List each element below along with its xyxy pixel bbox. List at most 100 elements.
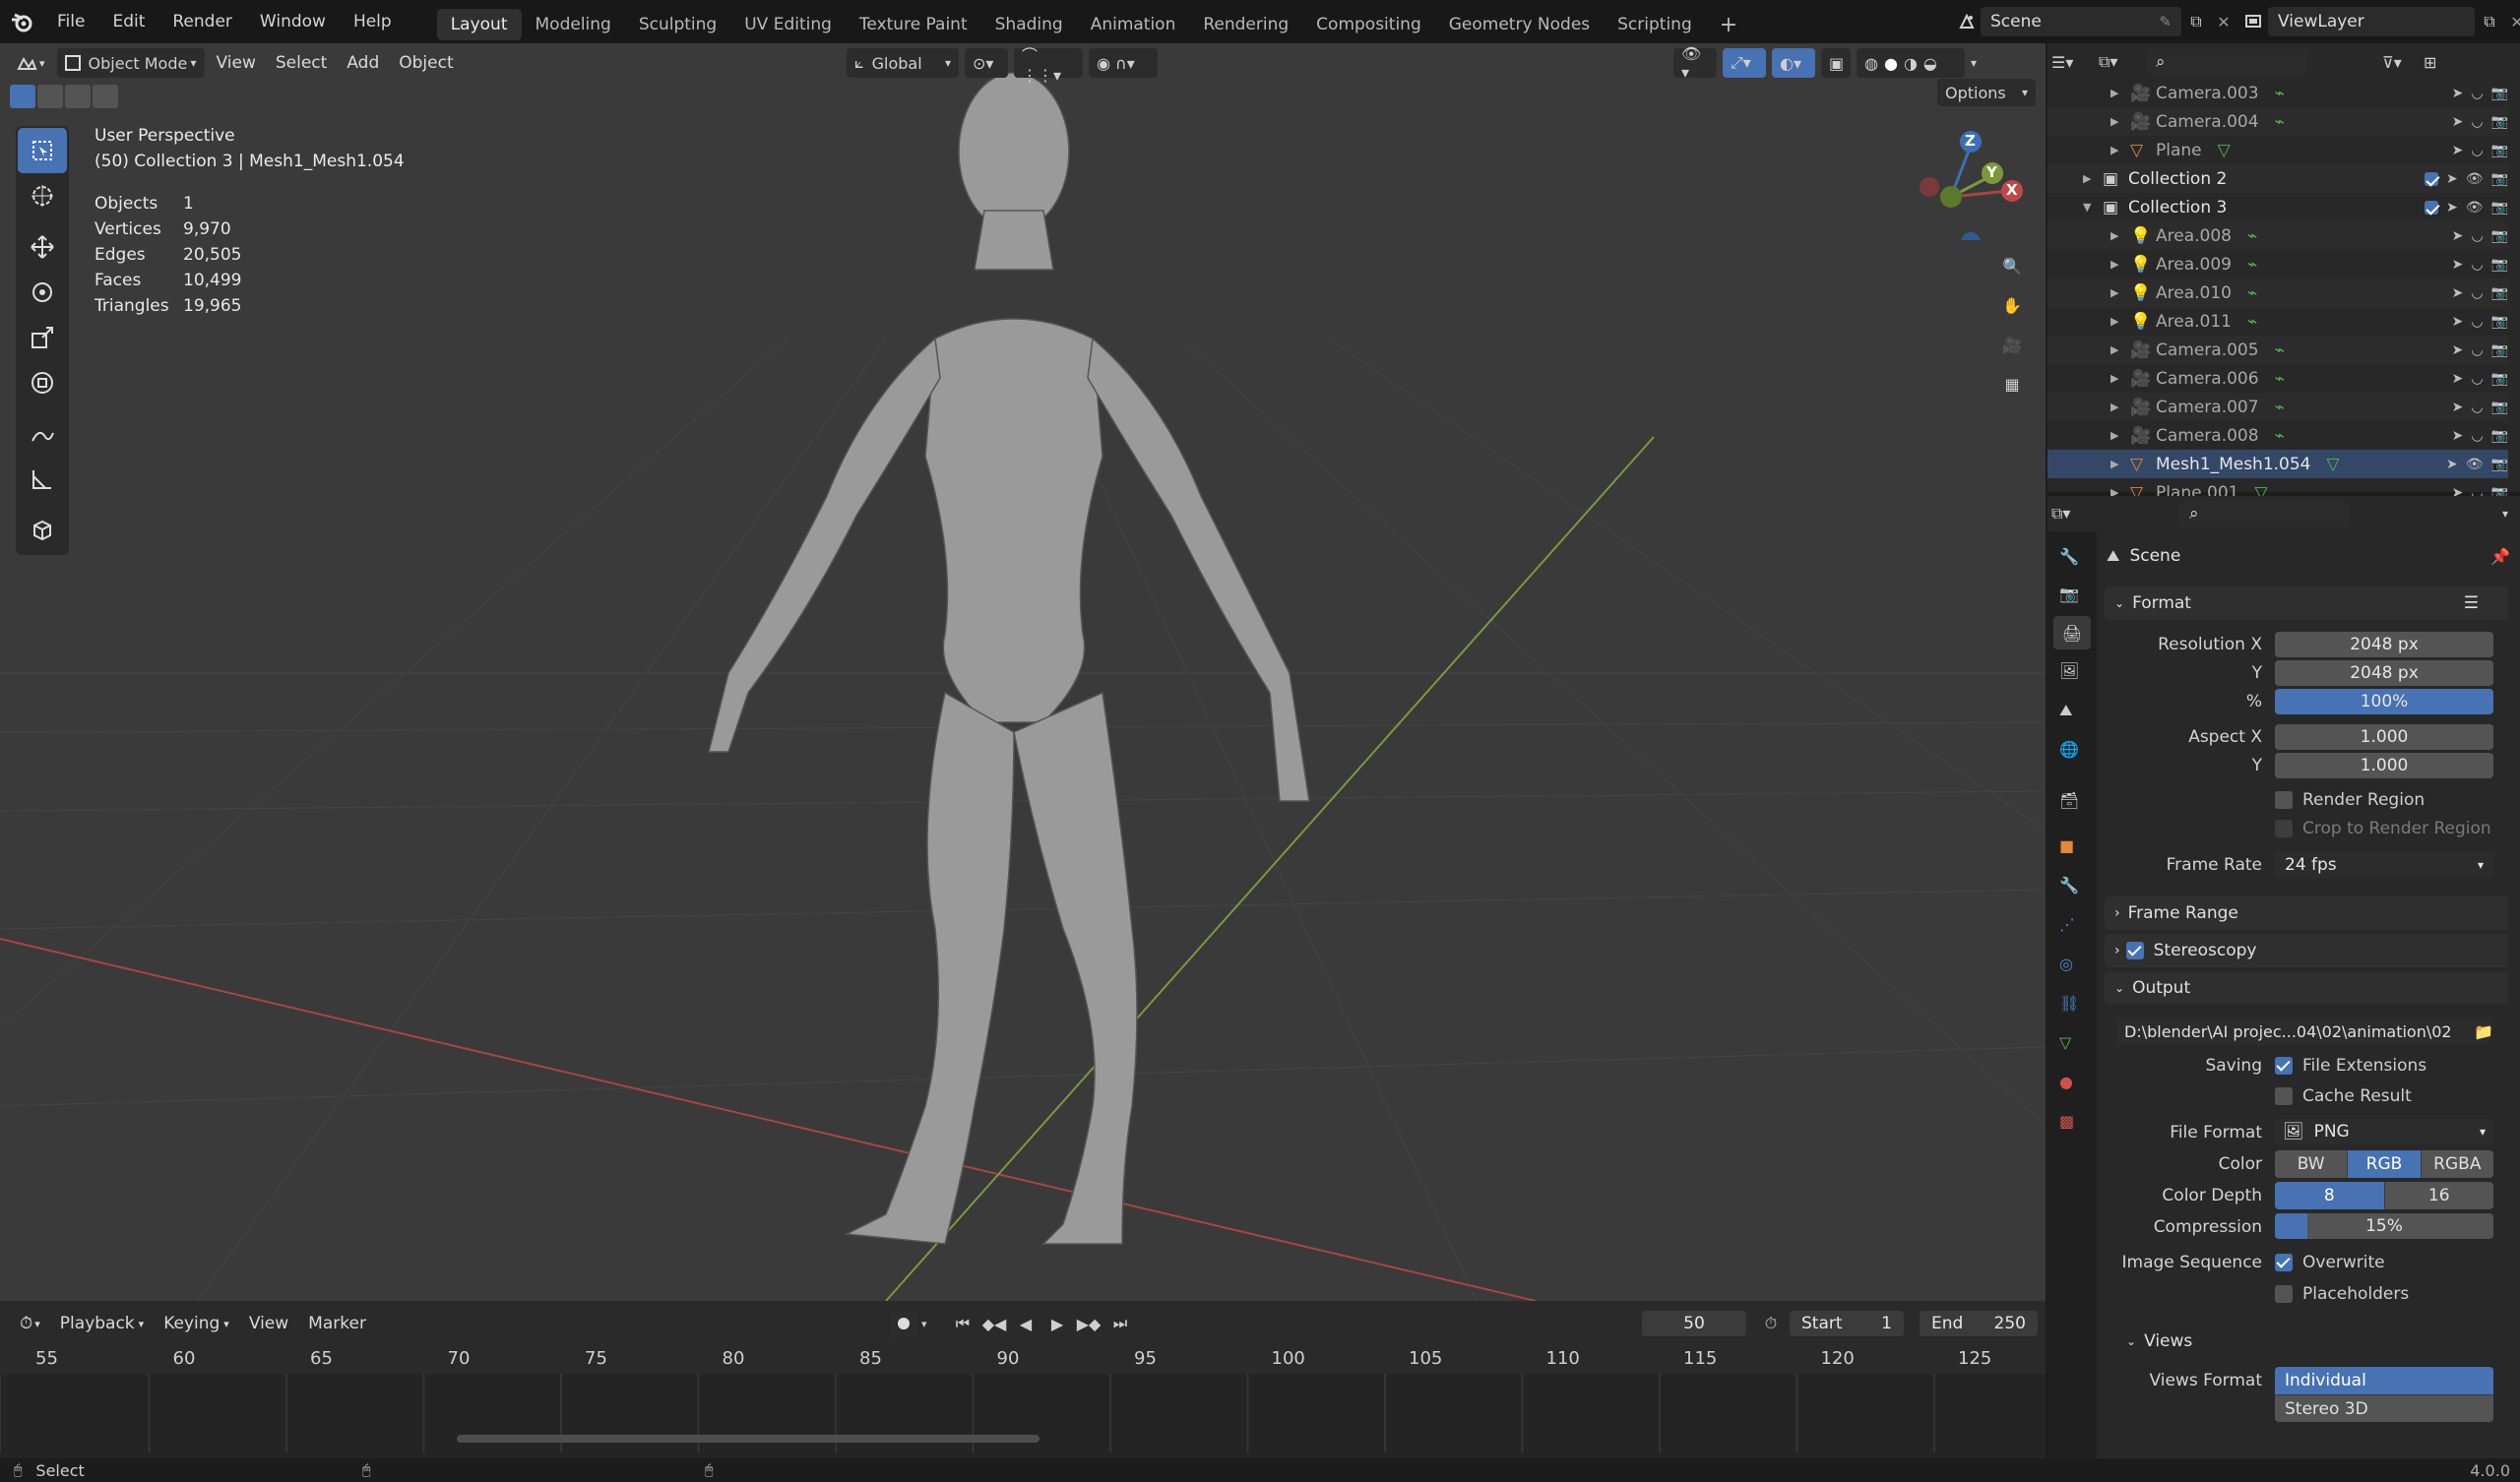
render-camera-icon[interactable]: 📷 <box>2491 400 2508 415</box>
data-tab-icon[interactable]: ▽ <box>2059 1033 2071 1052</box>
new-collection-icon[interactable]: ⊞ <box>2424 53 2449 72</box>
stereoscopy-checkbox[interactable] <box>2125 942 2144 959</box>
tab-shading[interactable]: Shading <box>981 9 1077 40</box>
output-path-field[interactable]: D:\blender\AI projec...04\02\animation\0… <box>2116 1018 2490 1045</box>
properties-search-input[interactable]: ⌕ <box>2179 501 2349 526</box>
select-new-icon[interactable] <box>10 85 35 108</box>
stopwatch-icon[interactable]: ⏱ <box>1758 1311 1784 1336</box>
eye-closed-icon[interactable]: ◡ <box>2471 114 2483 130</box>
render-camera-icon[interactable]: 📷 <box>2491 457 2508 472</box>
scale-tool[interactable] <box>18 315 67 360</box>
depth-16-option[interactable]: 16 <box>2384 1182 2493 1209</box>
render-camera-icon[interactable]: 📷 <box>2491 114 2508 130</box>
file-format-dropdown[interactable]: 🖼 PNG ▾ <box>2275 1119 2493 1144</box>
render-camera-icon[interactable]: 📷 <box>2491 200 2508 216</box>
chevron-down-icon[interactable]: ▼ <box>2083 201 2099 214</box>
timeline-editor-type-icon[interactable]: ⏱ ▾ <box>12 1309 48 1338</box>
menu-window[interactable]: Window <box>246 0 340 43</box>
particles-tab-icon[interactable]: ⋰ <box>2059 915 2075 934</box>
physics-tab-icon[interactable]: ◎ <box>2059 955 2073 973</box>
outliner-row[interactable]: ▶ 💡 Area.010 ⌁ ➤ ◡ 📷 <box>2048 278 2508 307</box>
material-tab-icon[interactable]: ● <box>2059 1073 2073 1091</box>
chevron-right-icon[interactable]: ▶ <box>2110 286 2126 299</box>
chevron-down-icon[interactable]: ▾ <box>1971 56 1977 70</box>
material-shading-icon[interactable]: ◑ <box>1904 54 1918 73</box>
menu-render[interactable]: Render <box>158 0 246 43</box>
chevron-right-icon[interactable]: ▶ <box>2110 372 2126 385</box>
format-panel-header[interactable]: ⌄ Format ☰ <box>2105 587 2508 620</box>
eye-icon[interactable]: 👁 <box>2466 457 2484 472</box>
viewlayer-field[interactable]: ViewLayer <box>2268 7 2475 36</box>
display-mode-icon[interactable]: ⧉▾ <box>2099 52 2138 72</box>
menu-keying[interactable]: Keying ▾ <box>156 1309 237 1338</box>
select-box-tool[interactable] <box>18 128 67 173</box>
view-layer-tab-icon[interactable]: 🖼 <box>2059 661 2079 680</box>
render-region-checkbox[interactable]: Render Region <box>2275 790 2425 810</box>
selectable-icon[interactable]: ➤ <box>2452 285 2464 301</box>
mode-dropdown[interactable]: Object Mode ▾ <box>56 48 205 78</box>
prev-keyframe-icon[interactable]: ◆◀ <box>980 1315 1008 1333</box>
views-subpanel-header[interactable]: ⌄ Views <box>2126 1327 2508 1356</box>
zoom-icon[interactable]: 🔍 <box>1992 246 2032 285</box>
chevron-down-icon[interactable]: ▾ <box>921 1318 935 1330</box>
outliner-row[interactable]: ▶ ▣ Collection 2 ➤ 👁 📷 <box>2048 164 2508 193</box>
annotate-tool[interactable] <box>18 411 67 457</box>
overwrite-checkbox[interactable]: Overwrite <box>2275 1253 2385 1272</box>
current-frame-field[interactable]: 50 <box>1642 1311 1746 1336</box>
tab-compositing[interactable]: Compositing <box>1302 9 1435 40</box>
menu-view[interactable]: View <box>209 48 264 78</box>
selectable-icon[interactable]: ➤ <box>2446 171 2458 187</box>
select-invert-icon[interactable] <box>93 85 118 108</box>
outliner-row[interactable]: ▶ 🎥 Camera.005 ⌁ ➤ ◡ 📷 <box>2048 336 2508 364</box>
exclude-checkbox[interactable] <box>2425 171 2439 186</box>
perspective-grid-icon[interactable]: ▦ <box>1992 364 2032 403</box>
render-camera-icon[interactable]: 📷 <box>2491 371 2508 387</box>
selectable-icon[interactable]: ➤ <box>2452 371 2464 387</box>
rendered-shading-icon[interactable]: ◒ <box>1923 54 1937 73</box>
pin-icon[interactable]: ✎ <box>2159 13 2172 31</box>
eye-closed-icon[interactable]: ◡ <box>2471 314 2483 330</box>
new-scene-icon[interactable]: ⧉ <box>2181 7 2211 36</box>
select-subtract-icon[interactable] <box>65 85 91 108</box>
jump-start-icon[interactable]: ⏮ <box>949 1314 976 1333</box>
placeholders-checkbox[interactable]: Placeholders <box>2275 1284 2409 1304</box>
gizmo-toggle-icon[interactable]: ⤢▾ <box>1723 48 1766 78</box>
constraints-tab-icon[interactable]: ⛓ <box>2059 994 2079 1013</box>
outliner-row[interactable]: ▶ 💡 Area.008 ⌁ ➤ ◡ 📷 <box>2048 221 2508 250</box>
render-camera-icon[interactable]: 📷 <box>2491 342 2508 358</box>
resolution-y-field[interactable]: 2048 px <box>2275 660 2493 686</box>
folder-icon[interactable]: 📁 <box>2469 1018 2498 1045</box>
outliner-editor-type-icon[interactable]: ☰▾ <box>2051 53 2091 72</box>
tab-uv-editing[interactable]: UV Editing <box>730 9 846 40</box>
render-camera-icon[interactable]: 📷 <box>2491 428 2508 444</box>
blender-logo-icon[interactable] <box>0 0 43 43</box>
wireframe-shading-icon[interactable]: ◍ <box>1864 54 1878 73</box>
aspect-y-field[interactable]: 1.000 <box>2275 753 2493 778</box>
new-viewlayer-icon[interactable]: ⧉ <box>2475 7 2504 36</box>
outliner-row[interactable]: ▶ 🎥 Camera.007 ⌁ ➤ ◡ 📷 <box>2048 393 2508 421</box>
menu-object[interactable]: Object <box>391 48 461 78</box>
measure-tool[interactable] <box>18 457 67 502</box>
timeline-scrollbar[interactable] <box>457 1435 1040 1443</box>
outliner-row[interactable]: ▶ ▽ Plane ▽ ➤ ◡ 📷 <box>2048 136 2508 164</box>
tab-layout[interactable]: Layout <box>436 9 522 40</box>
chevron-right-icon[interactable]: ▶ <box>2110 401 2126 413</box>
shading-modes[interactable]: ◍ ● ◑ ◒ <box>1857 48 1965 78</box>
menu-edit[interactable]: Edit <box>98 0 158 43</box>
eye-closed-icon[interactable]: ◡ <box>2471 400 2483 415</box>
solid-shading-icon[interactable]: ● <box>1884 54 1898 73</box>
modifier-tab-icon[interactable]: 🔧 <box>2059 876 2079 895</box>
render-camera-icon[interactable]: 📷 <box>2491 143 2508 158</box>
pan-hand-icon[interactable]: ✋ <box>1992 285 2032 325</box>
exclude-checkbox[interactable] <box>2425 200 2439 215</box>
tab-rendering[interactable]: Rendering <box>1189 9 1302 40</box>
presets-icon[interactable]: ☰ <box>2464 593 2479 613</box>
chevron-right-icon[interactable]: ▶ <box>2110 87 2126 99</box>
eye-icon[interactable]: 👁 <box>2466 171 2484 187</box>
tab-scripting[interactable]: Scripting <box>1604 9 1706 40</box>
selectable-icon[interactable]: ➤ <box>2452 314 2464 330</box>
scene-tab-icon[interactable]: ⛰ <box>2059 701 2072 720</box>
outliner-row[interactable]: ▶ ▽ Mesh1_Mesh1.054 ▽ ➤ 👁 📷 <box>2048 450 2508 478</box>
aspect-x-field[interactable]: 1.000 <box>2275 724 2493 750</box>
output-panel-header[interactable]: ⌄ Output <box>2105 971 2508 1005</box>
